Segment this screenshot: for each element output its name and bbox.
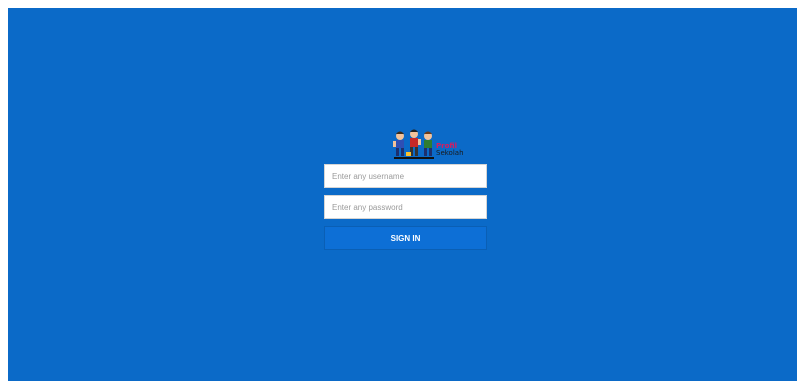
school-logo: Profil Sekolah — [324, 126, 487, 164]
school-kids-logo-icon — [393, 129, 434, 159]
password-input[interactable] — [324, 195, 487, 219]
username-input[interactable] — [324, 164, 487, 188]
login-panel: Profil Sekolah SIGN IN — [324, 126, 487, 250]
logo-text: Profil Sekolah — [436, 143, 464, 157]
logo-text-line2: Sekolah — [436, 149, 464, 157]
login-background: Profil Sekolah SIGN IN — [8, 8, 797, 381]
sign-in-button[interactable]: SIGN IN — [324, 226, 487, 250]
